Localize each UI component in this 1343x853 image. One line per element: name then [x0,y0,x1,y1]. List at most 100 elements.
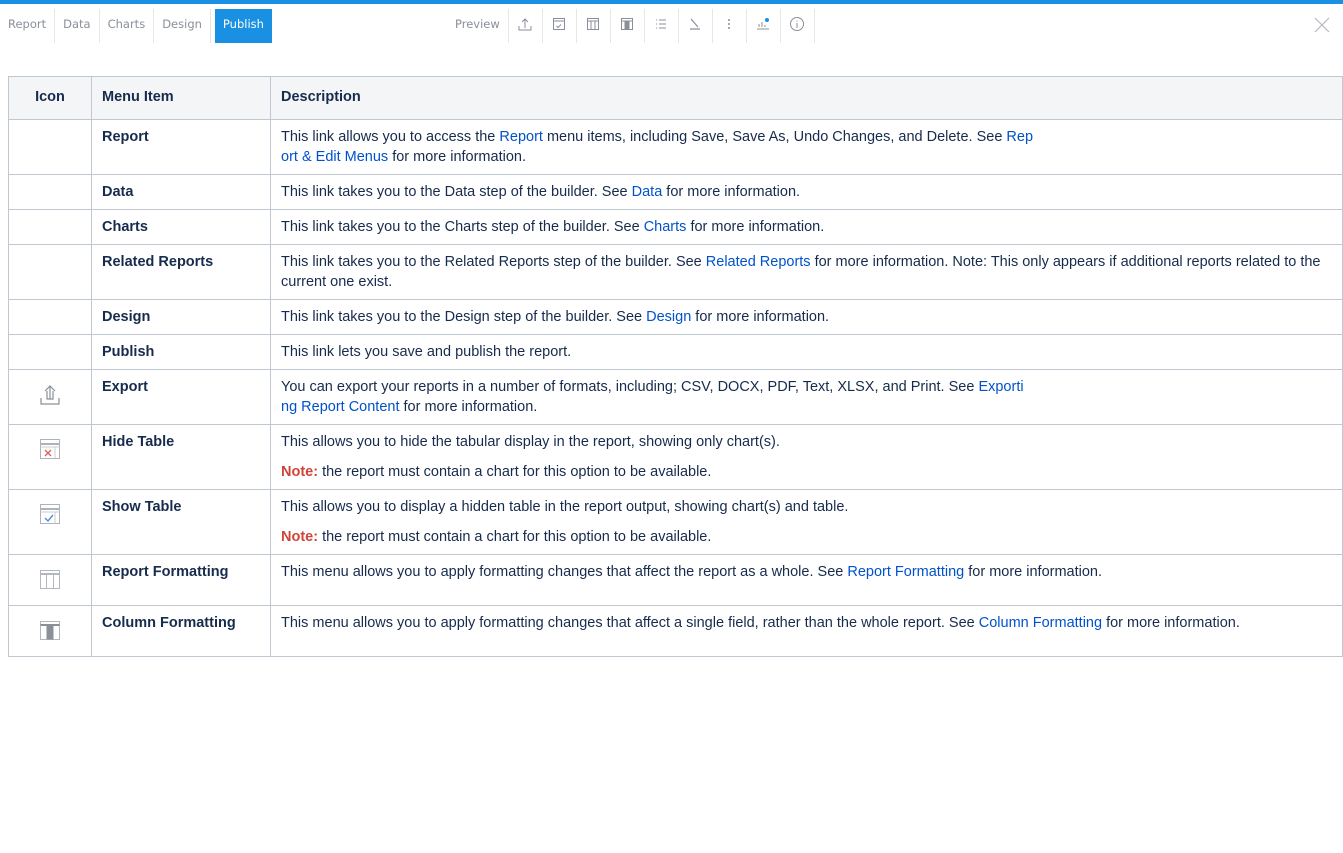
export-icon [40,385,60,405]
desc-text: This menu allows you to apply formatting… [281,564,848,580]
desc-text: for more information. [691,309,830,325]
table-row: Show Table This allows you to display a … [8,489,1343,555]
table-row: Column Formatting This menu allows you t… [8,605,1343,657]
row-icon-cell [8,554,92,606]
note-label: Note: [281,464,319,480]
tab-data[interactable]: Data [55,9,100,43]
related-reports-link[interactable]: Related Reports [706,254,811,270]
table-row: Data This link takes you to the Data ste… [8,174,1343,210]
report-formatting-link[interactable]: Report Formatting [847,564,964,580]
brush-icon [690,18,701,30]
charts-link[interactable]: Charts [644,219,687,235]
column-formatting-icon [621,18,634,30]
header-menu-item: Menu Item [91,76,271,120]
row-description: This link allows you to access the Repor… [270,119,1343,175]
column-formatting-link[interactable]: Column Formatting [979,615,1102,631]
row-icon-cell [8,119,92,175]
header-icon: Icon [8,76,92,120]
row-icon-cell [8,334,92,370]
row-menu-item: Report Formatting [91,554,271,606]
tab-design[interactable]: Design [154,9,211,43]
row-description: This link takes you to the Related Repor… [270,244,1343,300]
desc-text: menu items, including Save, Save As, Und… [542,129,1007,145]
report-formatting-button[interactable] [577,9,611,43]
tab-report[interactable]: Report [0,9,56,43]
row-icon-cell [8,244,92,300]
menu-items-table: Icon Menu Item Description Report This l… [8,76,1343,657]
report-link[interactable]: Report [499,129,543,145]
row-menu-item: Report [91,119,271,175]
row-menu-item: Export [91,369,271,425]
top-toolbar: Report Data Charts Design Publish Previe… [0,0,1343,46]
row-description: This allows you to display a hidden tabl… [270,489,1343,555]
desc-text: This link lets you save and publish the … [281,344,572,360]
column-formatting-button[interactable] [611,9,645,43]
row-description: This link takes you to the Data step of … [270,174,1343,210]
design-link[interactable]: Design [646,309,691,325]
info-button[interactable] [781,9,815,43]
desc-text: for more information. [686,219,825,235]
table-header-row: Icon Menu Item Description [8,76,1343,120]
table-row: Design This link takes you to the Design… [8,299,1343,335]
close-icon[interactable] [1313,16,1331,34]
header-description: Description [270,76,1343,120]
row-icon-cell [8,174,92,210]
tab-charts[interactable]: Charts [100,9,155,43]
row-icon-cell [8,209,92,245]
report-formatting-icon [40,570,60,589]
row-description: You can export your reports in a number … [270,369,1343,425]
column-formatting-icon [40,621,60,640]
desc-text: This link takes you to the Related Repor… [281,254,706,270]
desc-text: for more information. [662,184,801,200]
row-menu-item: Publish [91,334,271,370]
hide-table-icon [40,439,60,459]
desc-note: Note: the report must contain a chart fo… [281,464,712,480]
brush-button[interactable] [679,9,713,43]
table-row: Report This link allows you to access th… [8,119,1343,175]
desc-text: This allows you to display a hidden tabl… [281,499,849,515]
row-description: This link lets you save and publish the … [270,334,1343,370]
export-button[interactable] [509,9,543,43]
chart-button[interactable] [747,9,781,43]
note-label: Note: [281,529,319,545]
row-description: This menu allows you to apply formatting… [270,554,1343,606]
desc-text: This link takes you to the Data step of … [281,184,632,200]
table-row: Hide Table This allows you to hide the t… [8,424,1343,490]
row-menu-item: Hide Table [91,424,271,490]
list-button[interactable] [645,9,679,43]
list-icon [656,19,667,29]
more-button[interactable] [713,9,747,43]
table-row: Report Formatting This menu allows you t… [8,554,1343,606]
show-table-icon [553,18,566,30]
desc-text: for more information. [1102,615,1240,631]
desc-note: Note: the report must contain a chart fo… [281,529,712,545]
desc-text: This menu allows you to apply formatting… [281,615,979,631]
row-description: This link takes you to the Charts step o… [270,209,1343,245]
table-row: Export You can export your reports in a … [8,369,1343,425]
row-description: This allows you to hide the tabular disp… [270,424,1343,490]
desc-text: for more information. [964,564,1103,580]
row-menu-item: Related Reports [91,244,271,300]
tab-publish[interactable]: Publish [214,9,272,43]
export-icon [518,18,532,31]
row-menu-item: Charts [91,209,271,245]
desc-text: for more information. [399,399,538,415]
table-row: Charts This link takes you to the Charts… [8,209,1343,245]
show-table-button[interactable] [543,9,577,43]
tool-buttons: Preview [447,9,815,43]
report-formatting-icon [587,18,600,30]
table-row: Publish This link lets you save and publ… [8,334,1343,370]
row-description: This link takes you to the Design step o… [270,299,1343,335]
desc-text: This link takes you to the Design step o… [281,309,647,325]
row-icon-cell [8,369,92,425]
row-icon-cell [8,299,92,335]
table-row: Related Reports This link takes you to t… [8,244,1343,300]
row-menu-item: Design [91,299,271,335]
data-link[interactable]: Data [632,184,663,200]
row-menu-item: Data [91,174,271,210]
more-icon [728,19,731,29]
preview-button[interactable]: Preview [447,9,509,43]
row-description: This menu allows you to apply formatting… [270,605,1343,657]
desc-text: This link allows you to access the [281,129,500,145]
row-menu-item: Column Formatting [91,605,271,657]
